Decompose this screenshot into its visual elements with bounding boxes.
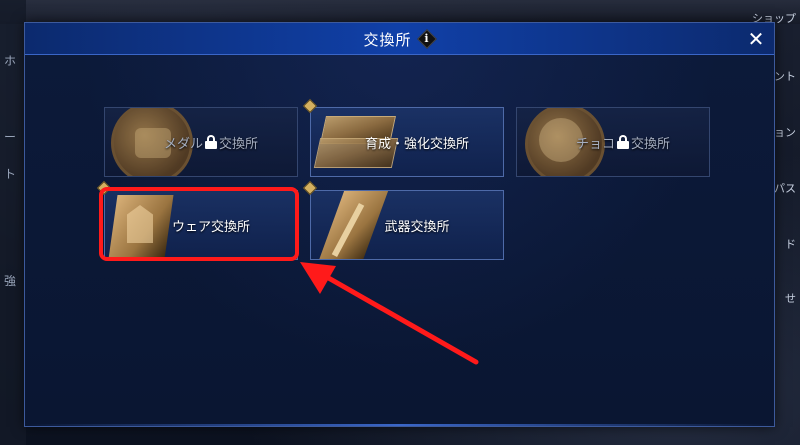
tile-medal-exchange[interactable]: メダル 交換所 [104,107,298,177]
modal-title-wrap: 交換所 i [25,23,774,55]
lock-icon [617,135,629,149]
modal-bottom-line [25,424,774,426]
modal-title: 交換所 [363,30,412,49]
tile-label-pre: メダル [163,136,203,152]
bg-left-item: ホ [4,54,17,68]
bg-right-item: せ [785,292,796,305]
close-icon[interactable]: ✕ [744,27,768,51]
bg-right-item: ント [774,70,796,83]
background-top-bar [0,0,800,24]
tile-label: 武器交換所 [384,219,450,235]
bg-left-item: ー [4,130,17,144]
tile-label: チョコ 交換所 [517,108,709,176]
tile-label: 育成・強化交換所 [364,136,469,152]
tile-weapon-exchange[interactable]: 武器交換所 [310,190,504,260]
highlight-box [99,187,299,261]
info-icon[interactable]: i [416,29,437,49]
tile-training-exchange[interactable]: 育成・強化交換所 [310,107,504,177]
tile-choco-exchange[interactable]: チョコ 交換所 [516,107,710,177]
bg-right-item: ョン [774,126,796,139]
lock-icon [205,135,217,149]
tile-label-pre: チョコ [575,136,615,152]
tile-label: メダル 交換所 [105,108,297,176]
tile-label-post: 交換所 [631,136,671,152]
bg-right-item: パス [774,182,796,195]
bg-left-item: ト [4,167,17,181]
bg-left-item: 強 [4,274,17,288]
bg-right-item: ド [785,238,796,251]
background-left-nav: ホ ー ト 強 [0,0,26,445]
tile-label-post: 交換所 [219,136,259,152]
